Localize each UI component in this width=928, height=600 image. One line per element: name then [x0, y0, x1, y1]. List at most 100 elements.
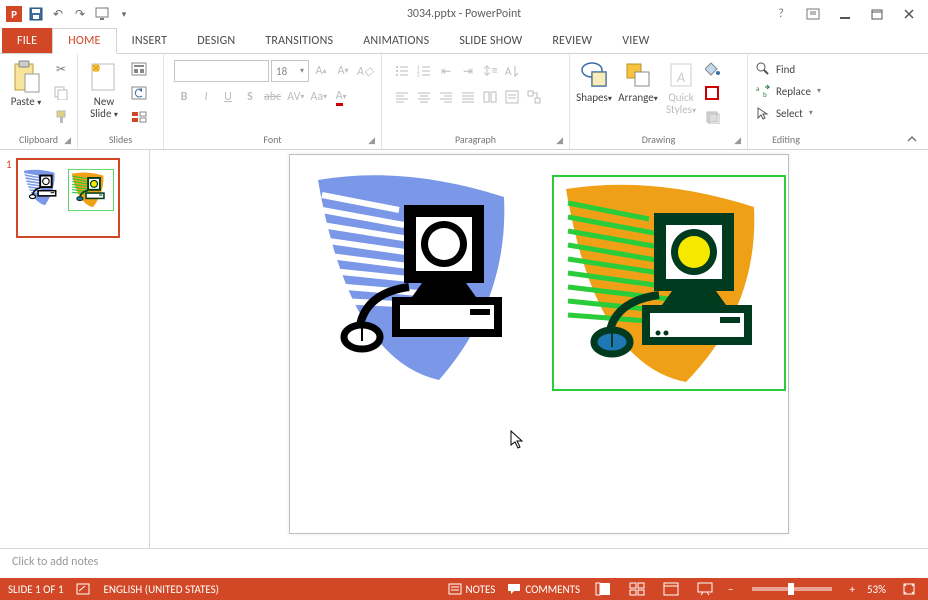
- slide-editor[interactable]: [150, 150, 928, 548]
- align-text-icon[interactable]: [502, 86, 522, 108]
- section-icon[interactable]: [128, 106, 150, 128]
- app-icon: P: [4, 4, 24, 24]
- status-language[interactable]: ENGLISH (UNITED STATES): [104, 583, 219, 596]
- close-icon[interactable]: [898, 3, 920, 25]
- qat-customize-icon[interactable]: ▾: [114, 4, 134, 24]
- align-center-icon[interactable]: [414, 86, 434, 108]
- svg-text:A: A: [505, 65, 512, 78]
- slide-canvas[interactable]: [289, 154, 789, 534]
- copy-icon[interactable]: [50, 82, 72, 104]
- clipboard-launcher-icon[interactable]: ◢: [64, 135, 71, 146]
- grow-font-icon[interactable]: A▴: [311, 60, 331, 82]
- tab-insert[interactable]: INSERT: [117, 28, 183, 53]
- drawing-group-label: Drawing: [642, 133, 676, 146]
- maximize-icon[interactable]: [866, 3, 888, 25]
- zoom-slider[interactable]: [752, 587, 832, 591]
- tab-file[interactable]: FILE: [2, 28, 52, 53]
- qat-save-icon[interactable]: [26, 4, 46, 24]
- change-case-icon[interactable]: Aa▾: [308, 86, 329, 108]
- paragraph-launcher-icon[interactable]: ◢: [556, 135, 563, 146]
- line-spacing-icon[interactable]: ↕≡: [480, 60, 500, 82]
- status-spellcheck-icon[interactable]: [76, 582, 92, 596]
- notes-pane[interactable]: Click to add notes: [0, 548, 928, 578]
- strike-button[interactable]: abc: [262, 86, 283, 108]
- clear-format-icon[interactable]: A◇: [355, 60, 375, 82]
- find-button[interactable]: Find: [752, 58, 799, 80]
- font-size-picker[interactable]: 18▾: [271, 60, 309, 82]
- tab-design[interactable]: DESIGN: [182, 28, 250, 53]
- sorter-view-icon[interactable]: [626, 580, 648, 598]
- shapes-button[interactable]: Shapes▾: [574, 58, 614, 104]
- qat-start-icon[interactable]: [92, 4, 112, 24]
- quick-styles-label: Quick Styles: [666, 91, 694, 116]
- select-button[interactable]: Select ▾: [752, 102, 817, 124]
- slides-group-label: Slides: [109, 133, 132, 146]
- new-slide-button[interactable]: New Slide ▾: [82, 58, 126, 120]
- increase-indent-icon[interactable]: ⇥: [458, 60, 478, 82]
- minimize-icon[interactable]: [834, 3, 856, 25]
- arrange-button[interactable]: Arrange▾: [616, 58, 660, 104]
- slide-clipart-left[interactable]: [304, 165, 534, 391]
- slide-thumbnail-1[interactable]: [16, 158, 120, 238]
- status-comments-button[interactable]: COMMENTS: [507, 583, 580, 596]
- underline-button[interactable]: U: [218, 86, 238, 108]
- ribbon-display-icon[interactable]: [802, 3, 824, 25]
- paste-button[interactable]: Paste ▾: [4, 58, 48, 108]
- font-family-picker[interactable]: [174, 60, 269, 82]
- quick-styles-button[interactable]: A Quick Styles▾: [662, 58, 700, 116]
- tab-home[interactable]: HOME: [52, 28, 116, 54]
- bullets-icon[interactable]: [392, 60, 412, 82]
- zoom-in-icon[interactable]: +: [850, 583, 855, 596]
- notes-placeholder: Click to add notes: [12, 555, 98, 569]
- font-launcher-icon[interactable]: ◢: [368, 135, 375, 146]
- columns-icon[interactable]: [480, 86, 500, 108]
- shrink-font-icon[interactable]: A▾: [333, 60, 353, 82]
- qat-undo-icon[interactable]: ↶: [48, 4, 68, 24]
- paragraph-group-label: Paragraph: [455, 133, 496, 146]
- justify-icon[interactable]: [458, 86, 478, 108]
- font-color-icon[interactable]: A▾: [331, 86, 351, 108]
- bold-button[interactable]: B: [174, 86, 194, 108]
- italic-button[interactable]: I: [196, 86, 216, 108]
- reading-view-icon[interactable]: [660, 580, 682, 598]
- status-slide-count[interactable]: SLIDE 1 OF 1: [8, 583, 64, 596]
- shapes-label: Shapes: [576, 91, 608, 104]
- char-spacing-icon[interactable]: AV▾: [285, 86, 306, 108]
- select-icon: [756, 106, 770, 120]
- drawing-launcher-icon[interactable]: ◢: [734, 135, 741, 146]
- replace-button[interactable]: ab Replace ▾: [752, 80, 825, 102]
- tab-animations[interactable]: ANIMATIONS: [348, 28, 444, 53]
- notes-icon: [448, 583, 462, 595]
- normal-view-icon[interactable]: [592, 580, 614, 598]
- tab-review[interactable]: REVIEW: [537, 28, 607, 53]
- slide-clipart-right-selection[interactable]: [552, 175, 786, 391]
- layout-icon[interactable]: [128, 58, 150, 80]
- status-notes-button[interactable]: NOTES: [448, 583, 496, 596]
- numbering-icon[interactable]: 123: [414, 60, 434, 82]
- shape-fill-icon[interactable]: [702, 58, 724, 80]
- slideshow-view-icon[interactable]: [694, 580, 716, 598]
- zoom-percent[interactable]: 53%: [867, 583, 886, 596]
- tab-slideshow[interactable]: SLIDE SHOW: [444, 28, 537, 53]
- collapse-ribbon-icon[interactable]: [896, 133, 928, 149]
- paste-label: Paste: [11, 95, 35, 108]
- decrease-indent-icon[interactable]: ⇤: [436, 60, 456, 82]
- tab-transitions[interactable]: TRANSITIONS: [250, 28, 348, 53]
- format-painter-icon[interactable]: [50, 106, 72, 128]
- reset-icon[interactable]: [128, 82, 150, 104]
- shadow-button[interactable]: S: [240, 86, 260, 108]
- align-left-icon[interactable]: [392, 86, 412, 108]
- smartart-icon[interactable]: [524, 86, 544, 108]
- shape-effects-icon[interactable]: [702, 106, 724, 128]
- replace-icon: ab: [756, 84, 770, 98]
- qat-redo-icon[interactable]: ↷: [70, 4, 90, 24]
- zoom-out-icon[interactable]: −: [728, 583, 733, 596]
- help-icon[interactable]: ?: [770, 3, 792, 25]
- text-direction-icon[interactable]: A: [502, 60, 522, 82]
- find-icon: [756, 62, 770, 76]
- align-right-icon[interactable]: [436, 86, 456, 108]
- fit-window-icon[interactable]: [898, 580, 920, 598]
- shape-outline-icon[interactable]: [702, 82, 724, 104]
- cut-icon[interactable]: ✂: [50, 58, 72, 80]
- tab-view[interactable]: VIEW: [607, 28, 664, 53]
